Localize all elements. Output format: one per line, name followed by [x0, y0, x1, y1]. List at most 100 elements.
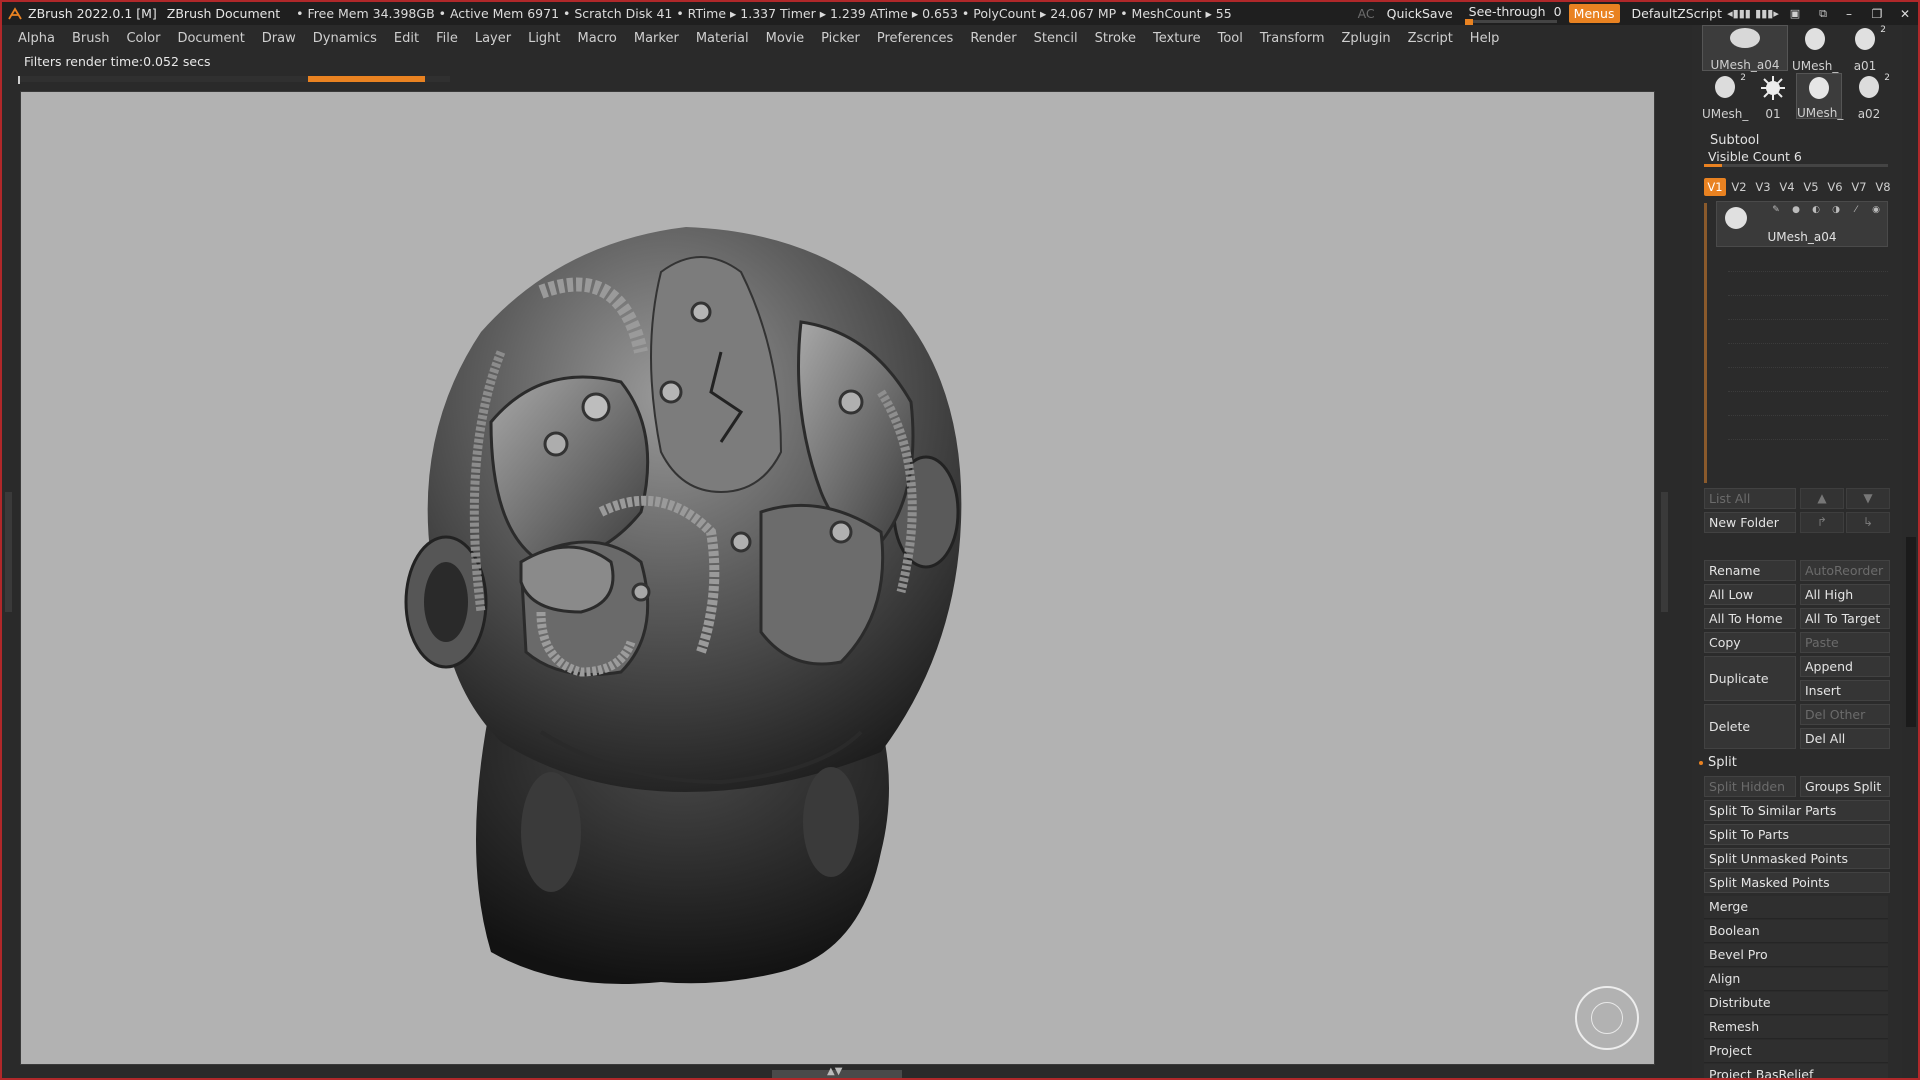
bottom-shelf-handle[interactable]: ▲▼	[772, 1066, 902, 1078]
restore-icon[interactable]: ❐	[1864, 4, 1890, 24]
menu-transform[interactable]: Transform	[1260, 31, 1325, 46]
menu-texture[interactable]: Texture	[1153, 31, 1201, 46]
boolean-section[interactable]: Boolean	[1704, 920, 1888, 943]
version-tab-v2[interactable]: V2	[1728, 178, 1750, 196]
paste-button[interactable]: Paste	[1800, 632, 1890, 653]
menu-help[interactable]: Help	[1470, 31, 1500, 46]
menu-macro[interactable]: Macro	[578, 31, 617, 46]
menu-edit[interactable]: Edit	[394, 31, 419, 46]
all-to-target-button[interactable]: All To Target	[1800, 608, 1890, 629]
split-masked-button[interactable]: Split Masked Points	[1704, 872, 1890, 893]
new-folder-button[interactable]: New Folder	[1704, 512, 1796, 533]
split-to-parts-button[interactable]: Split To Parts	[1704, 824, 1890, 845]
toggle-icon[interactable]: ●	[1789, 205, 1803, 215]
ac-toggle[interactable]: AC	[1358, 6, 1375, 21]
move-up-icon[interactable]: ↱	[1800, 512, 1844, 533]
groups-split-button[interactable]: Groups Split	[1800, 776, 1890, 797]
eye-icon[interactable]: ◉	[1869, 205, 1883, 215]
all-low-button[interactable]: All Low	[1704, 584, 1796, 605]
append-button[interactable]: Append	[1800, 656, 1890, 677]
menu-stencil[interactable]: Stencil	[1034, 31, 1078, 46]
menu-brush[interactable]: Brush	[72, 31, 110, 46]
distribute-section[interactable]: Distribute	[1704, 992, 1888, 1015]
menu-file[interactable]: File	[436, 31, 458, 46]
menu-movie[interactable]: Movie	[766, 31, 804, 46]
autoreorder-button[interactable]: AutoReorder	[1800, 560, 1890, 581]
polypaint-icon[interactable]: ◐	[1809, 205, 1823, 215]
quicksave-button[interactable]: QuickSave	[1387, 6, 1453, 21]
copy-button[interactable]: Copy	[1704, 632, 1796, 653]
rename-button[interactable]: Rename	[1704, 560, 1796, 581]
split-similar-parts-button[interactable]: Split To Similar Parts	[1704, 800, 1890, 821]
menu-marker[interactable]: Marker	[634, 31, 679, 46]
version-tab-v4[interactable]: V4	[1776, 178, 1798, 196]
menu-stroke[interactable]: Stroke	[1095, 31, 1136, 46]
subtool-item[interactable]: ✎ ● ◐ ◑ ⁄ ◉ UMesh_a04	[1716, 201, 1888, 247]
align-section[interactable]: Align	[1704, 968, 1888, 991]
remesh-section[interactable]: Remesh	[1704, 1016, 1888, 1039]
menu-picker[interactable]: Picker	[821, 31, 860, 46]
menu-light[interactable]: Light	[528, 31, 560, 46]
visible-count-slider[interactable]: Visible Count 6	[1704, 149, 1888, 167]
tray-left-icon[interactable]: ◂▮▮▮	[1727, 5, 1751, 23]
navigation-gizmo[interactable]	[1575, 986, 1639, 1050]
menu-alpha[interactable]: Alpha	[18, 31, 55, 46]
version-tab-v6[interactable]: V6	[1824, 178, 1846, 196]
bevel-pro-section[interactable]: Bevel Pro	[1704, 944, 1888, 967]
menu-material[interactable]: Material	[696, 31, 749, 46]
tool-thumb-a02[interactable]: 2 a02	[1846, 73, 1892, 121]
move-down-icon[interactable]: ↳	[1846, 512, 1890, 533]
all-high-button[interactable]: All High	[1800, 584, 1890, 605]
menu-document[interactable]: Document	[177, 31, 244, 46]
tray-scrollbar[interactable]	[1906, 537, 1916, 727]
arrow-up-icon[interactable]: ▲	[1800, 488, 1844, 509]
brush-icon[interactable]: ⁄	[1849, 205, 1863, 215]
tool-thumb-umesh-a04[interactable]: UMesh_a04	[1702, 25, 1788, 72]
split-unmasked-button[interactable]: Split Unmasked Points	[1704, 848, 1890, 869]
merge-section[interactable]: Merge	[1704, 896, 1888, 919]
menu-draw[interactable]: Draw	[262, 31, 296, 46]
tool-thumb-umesh-3[interactable]: UMesh_	[1796, 73, 1843, 120]
menu-dynamics[interactable]: Dynamics	[313, 31, 377, 46]
version-tab-v1[interactable]: V1	[1704, 178, 1726, 196]
canvas-viewport[interactable]	[20, 91, 1655, 1065]
del-other-button[interactable]: Del Other	[1800, 704, 1890, 725]
see-through-slider[interactable]: See-through 0	[1464, 2, 1562, 25]
project-section[interactable]: Project	[1704, 1040, 1888, 1063]
left-tray-handle[interactable]	[5, 492, 12, 612]
menu-tool[interactable]: Tool	[1218, 31, 1243, 46]
menu-zplugin[interactable]: Zplugin	[1342, 31, 1391, 46]
menu-layer[interactable]: Layer	[475, 31, 511, 46]
ui-swap-icon[interactable]: ⧉	[1812, 5, 1834, 23]
del-all-button[interactable]: Del All	[1800, 728, 1890, 749]
layout-icon[interactable]: ▣	[1784, 5, 1806, 23]
all-to-home-button[interactable]: All To Home	[1704, 608, 1796, 629]
split-hidden-button[interactable]: Split Hidden	[1704, 776, 1796, 797]
material-icon[interactable]: ◑	[1829, 205, 1843, 215]
zbrush-logo-icon[interactable]	[6, 5, 24, 23]
see-through-knob[interactable]	[1464, 19, 1473, 25]
tool-thumb-01[interactable]: 01	[1750, 73, 1796, 121]
version-tab-v3[interactable]: V3	[1752, 178, 1774, 196]
subtool-list-scrollbar[interactable]	[1704, 203, 1707, 483]
tray-right-icon[interactable]: ▮▮▮▸	[1755, 5, 1779, 23]
version-tab-v5[interactable]: V5	[1800, 178, 1822, 196]
insert-button[interactable]: Insert	[1800, 680, 1890, 701]
minimize-icon[interactable]: –	[1836, 4, 1862, 24]
project-basrelief-section[interactable]: Project BasRelief	[1704, 1064, 1888, 1078]
subtool-header[interactable]: Subtool	[1710, 133, 1759, 148]
menu-preferences[interactable]: Preferences	[877, 31, 953, 46]
menu-render[interactable]: Render	[970, 31, 1016, 46]
split-section-header[interactable]: Split	[1699, 755, 1888, 770]
tool-thumb-umesh-1[interactable]: UMesh_	[1792, 25, 1838, 73]
right-tray-handle[interactable]	[1661, 492, 1668, 612]
pencil-icon[interactable]: ✎	[1769, 205, 1783, 215]
default-zscript-button[interactable]: DefaultZScript	[1632, 6, 1723, 21]
version-tab-v7[interactable]: V7	[1848, 178, 1870, 196]
version-tab-v8[interactable]: V8	[1872, 178, 1894, 196]
tool-thumb-umesh-2[interactable]: 2 UMesh_	[1702, 73, 1748, 121]
delete-button[interactable]: Delete	[1704, 704, 1796, 749]
menu-zscript[interactable]: Zscript	[1408, 31, 1453, 46]
tool-thumb-a01[interactable]: 2 a01	[1842, 25, 1888, 73]
arrow-down-icon[interactable]: ▼	[1846, 488, 1890, 509]
